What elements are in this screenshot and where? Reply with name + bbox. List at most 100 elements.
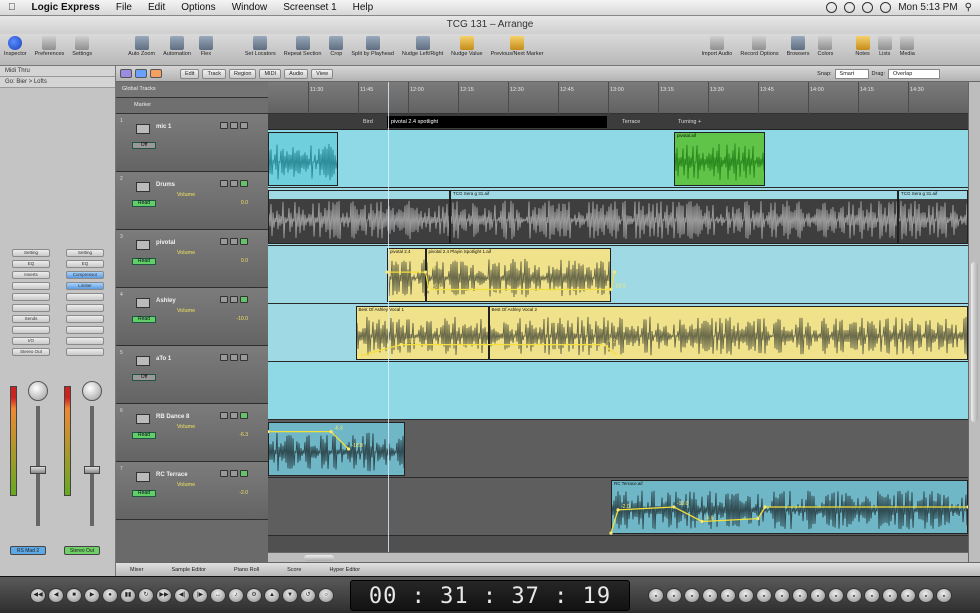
pan-knob[interactable] (28, 381, 48, 401)
solo-button[interactable] (230, 122, 238, 129)
automation-mode-button[interactable]: Read (132, 432, 156, 439)
toolbar-automation-button[interactable]: Automation (159, 36, 195, 57)
audio-region[interactable] (268, 422, 405, 476)
go-end-icon[interactable]: |▶ (192, 588, 208, 603)
automation-parameter[interactable]: Volume (156, 192, 216, 198)
apple-icon[interactable]:  (0, 2, 24, 13)
local-menu-edit[interactable]: Edit (180, 68, 200, 79)
automation-parameter[interactable]: Volume (156, 424, 216, 430)
tab-sample-editor[interactable]: Sample Editor (157, 567, 220, 573)
automation-mode-button[interactable]: Off (132, 374, 156, 381)
channel-name[interactable]: RS Mad 2 (10, 546, 46, 555)
strip-slot-setting[interactable]: Setting (66, 249, 104, 257)
toolbar-previous-next-marker-button[interactable]: Previous/Next Marker (487, 36, 548, 57)
transport-option-3-icon[interactable]: ● (684, 588, 700, 603)
play-icon[interactable]: ▶ (84, 588, 100, 603)
horizontal-scrollbar[interactable] (268, 552, 968, 562)
toolbar-auto-zoom-button[interactable]: Auto Zoom (124, 36, 159, 57)
transport-option-1-icon[interactable]: ● (648, 588, 664, 603)
transport-option-15-icon[interactable]: ● (900, 588, 916, 603)
playhead[interactable] (388, 82, 389, 562)
strip-slot-empty[interactable] (12, 293, 50, 301)
toolbar-nudge-left-right-button[interactable]: Nudge Left/Right (398, 36, 447, 57)
local-menu-region[interactable]: Region (229, 68, 257, 79)
volume-fader-cap[interactable] (30, 466, 46, 474)
toolbar-import-audio-button[interactable]: Import Audio (697, 36, 736, 57)
toolbar-flex-button[interactable]: Flex (195, 36, 217, 57)
record-enable-button[interactable] (240, 354, 248, 361)
inspector-section-midi-thru[interactable]: Midi Thru (0, 66, 115, 77)
automation-parameter[interactable]: Volume (156, 482, 216, 488)
forward-icon[interactable]: ▶▶ (156, 588, 172, 603)
strip-slot-inserts[interactable]: Inserts (12, 271, 50, 279)
rewind-icon[interactable]: ◀◀ (30, 588, 46, 603)
strip-slot-empty[interactable] (66, 293, 104, 301)
local-menu-track[interactable]: Track (202, 68, 227, 79)
track-name[interactable]: mic 1 (156, 124, 171, 130)
automation-mode-button[interactable]: Read (132, 258, 156, 265)
transport-option-5-icon[interactable]: ● (720, 588, 736, 603)
mute-button[interactable] (220, 470, 228, 477)
tracks-area[interactable]: Bird pivotal 2.4 spotlight Terrace Turning … (268, 114, 968, 552)
track-name[interactable]: Ashley (156, 298, 176, 304)
audio-region[interactable] (268, 132, 338, 186)
mute-button[interactable] (220, 122, 228, 129)
strip-slot-empty[interactable] (66, 337, 104, 345)
strip-slot-stereo-out[interactable]: Stereo Out (12, 348, 50, 356)
toolbar-nudge-value-button[interactable]: Nudge Value (447, 36, 486, 57)
pencil-tool-icon[interactable] (135, 69, 147, 78)
solo-button[interactable] (230, 238, 238, 245)
toolbar-settings-button[interactable]: Settings (68, 36, 96, 57)
audio-region[interactable]: RC Terrace.aif (611, 480, 968, 534)
toolbar-set-locators-button[interactable]: Set Locators (241, 36, 280, 57)
strip-slot-empty[interactable] (66, 348, 104, 356)
vertical-scroll-thumb[interactable] (971, 262, 978, 422)
toolbar-browsers-button[interactable]: Browsers (783, 36, 814, 57)
replace-icon[interactable]: ↔ (210, 588, 226, 603)
transport-option-11-icon[interactable]: ● (828, 588, 844, 603)
marker[interactable]: Terrace (618, 116, 644, 128)
tab-mixer[interactable]: Mixer (116, 567, 157, 573)
audio-region[interactable] (268, 190, 450, 244)
track-header[interactable]: 7 RC Terrace Volume Read -2.0 (116, 462, 268, 520)
go-start-icon[interactable]: ◀| (174, 588, 190, 603)
solo-button[interactable] (230, 296, 238, 303)
audio-region[interactable]: pivotal 2.4 (387, 248, 426, 302)
marker[interactable]: Turning + (674, 116, 705, 128)
back-icon[interactable]: ◀ (48, 588, 64, 603)
track-header[interactable]: 1 mic 1 Off (116, 114, 268, 172)
horizontal-scroll-thumb[interactable] (304, 555, 334, 561)
automation-mode-button[interactable]: Read (132, 316, 156, 323)
toolbar-notes-button[interactable]: Notes (851, 36, 873, 57)
audio-region[interactable]: Best Of Ashley Vocal 1 (355, 306, 489, 360)
mute-button[interactable] (220, 180, 228, 187)
track-header[interactable]: 5 aTo 1 Off (116, 346, 268, 404)
audio-region[interactable]: pivotal.aif (674, 132, 765, 186)
global-tracks-header[interactable]: Global Tracks (116, 82, 268, 98)
toolbar-repeat-section-button[interactable]: Repeat Section (280, 36, 326, 57)
track-lane[interactable] (268, 130, 968, 188)
mute-button[interactable] (220, 296, 228, 303)
metronome-icon[interactable]: ♪ (228, 588, 244, 603)
strip-slot-setting[interactable]: Setting (12, 249, 50, 257)
local-menu-view[interactable]: View (311, 68, 333, 79)
drag-select[interactable]: Overlap (888, 68, 940, 79)
wifi-icon[interactable] (880, 2, 892, 13)
track-name[interactable]: aTo 1 (156, 356, 171, 362)
strip-slot-empty[interactable] (12, 282, 50, 290)
time-display[interactable]: 00 : 31 : 37 : 19 (350, 580, 630, 611)
transport-option-10-icon[interactable]: ● (810, 588, 826, 603)
sync-icon[interactable]: ○ (318, 588, 334, 603)
menu-options[interactable]: Options (173, 2, 223, 13)
track-header[interactable]: 6 RB Dance 8 Volume Read -6.3 (116, 404, 268, 462)
strip-slot-empty[interactable] (66, 315, 104, 323)
transport-option-12-icon[interactable]: ● (846, 588, 862, 603)
marker-selected[interactable]: pivotal 2.4 spotlight (387, 116, 607, 128)
mute-button[interactable] (220, 354, 228, 361)
status-icon-3[interactable] (862, 2, 874, 13)
eraser-tool-icon[interactable] (150, 69, 162, 78)
audio-region[interactable]: Best Of Ashley Vocal 2 (488, 306, 968, 360)
local-menu-audio[interactable]: Audio (284, 68, 309, 79)
track-lane[interactable] (268, 362, 968, 420)
solo-button[interactable] (230, 412, 238, 419)
